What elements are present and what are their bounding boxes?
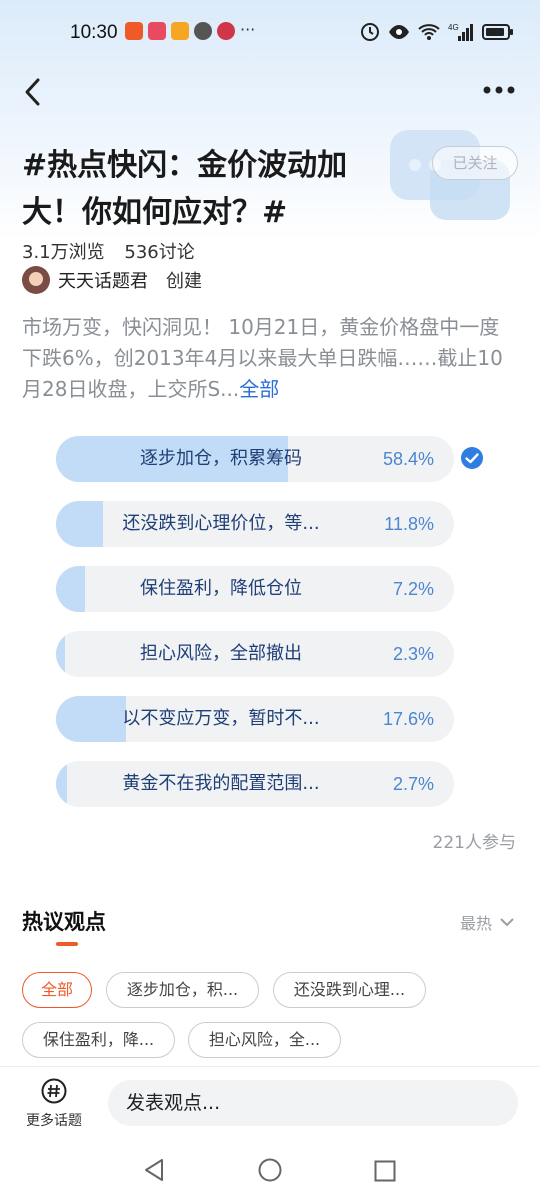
poll-option-percent: 2.7% — [392, 774, 434, 794]
expand-description-link[interactable]: 全部 — [239, 377, 279, 401]
app-notification-icon — [125, 22, 143, 40]
poll-option-label: 还没跌到心理价位，等... — [122, 513, 320, 534]
sort-dropdown[interactable]: 最热 — [460, 910, 514, 934]
nav-back-icon[interactable] — [142, 1158, 166, 1182]
wechat-icon — [194, 22, 212, 40]
poll-option[interactable]: 还没跌到心理价位，等... 11.8% — [56, 501, 454, 547]
status-bar: 10:30 ··· 4G — [0, 14, 540, 54]
system-nav-bar — [0, 1140, 540, 1200]
more-topics-button[interactable]: 更多话题 — [20, 1078, 88, 1130]
poll-option-percent: 7.2% — [392, 579, 434, 599]
filter-chip[interactable]: 逐步加仓，积... — [106, 972, 259, 1008]
participant-count: 221人参与 — [432, 833, 516, 853]
creator-name[interactable]: 天天话题君 — [58, 267, 148, 293]
app-notification-icon — [148, 22, 166, 40]
poll-option-label: 黄金不在我的配置范围... — [122, 773, 320, 794]
poll-option[interactable]: 担心风险，全部撤出 2.3% — [56, 631, 454, 677]
notification-icons — [125, 22, 235, 40]
app-notification-icon — [171, 22, 189, 40]
nav-home-icon[interactable] — [258, 1158, 282, 1182]
status-time: 10:30 — [70, 22, 118, 43]
comment-input[interactable]: 发表观点... — [108, 1080, 518, 1126]
topic-stats: 3.1万浏览 536讨论 — [22, 238, 209, 264]
selected-check-icon — [461, 447, 483, 469]
chip-all[interactable]: 全部 — [22, 972, 92, 1008]
filter-chip[interactable]: 保住盈利，降... — [22, 1022, 175, 1058]
discussion-count: 536讨论 — [124, 242, 195, 263]
svg-text:4G: 4G — [448, 23, 459, 32]
sort-label: 最热 — [459, 914, 492, 933]
battery-icon — [482, 24, 513, 40]
section-underline — [56, 942, 78, 946]
view-count: 3.1万浏览 — [22, 242, 105, 263]
follow-button[interactable]: 已关注 — [432, 146, 518, 180]
alarm-icon — [361, 23, 379, 41]
filter-chip[interactable]: 还没跌到心理... — [273, 972, 426, 1008]
avatar[interactable] — [22, 266, 50, 294]
poll-option-percent: 11.8% — [384, 514, 434, 534]
wifi-icon — [418, 24, 440, 40]
more-options-icon[interactable] — [482, 80, 516, 100]
poll-option-label: 担心风险，全部撤出 — [140, 643, 302, 664]
creator-row[interactable]: 天天话题君 创建 — [22, 266, 202, 294]
topic-title: #热点快闪：金价波动加大！你如何应对？# — [22, 148, 348, 230]
chevron-down-icon — [500, 918, 514, 927]
more-notifications-icon: ··· — [240, 20, 256, 39]
more-topics-label: 更多话题 — [26, 1113, 82, 1129]
creator-action: 创建 — [166, 271, 202, 292]
poll-option-percent: 17.6% — [382, 709, 434, 729]
poll-option[interactable]: 保住盈利，降低仓位 7.2% — [56, 566, 454, 612]
poll-option-label: 以不变应万变，暂时不... — [122, 708, 320, 729]
topic-description: 市场万变，快闪洞见！ 10月21日，黄金价格盘中一度下跌6%，创2013年4月以… — [22, 312, 518, 405]
poll-option[interactable]: 以不变应万变，暂时不... 17.6% — [56, 696, 454, 742]
poll-option-label: 保住盈利，降低仓位 — [140, 578, 302, 599]
hashtag-icon — [41, 1078, 67, 1104]
eye-icon — [389, 25, 409, 39]
system-icons: 4G — [360, 22, 514, 42]
nav-recents-icon[interactable] — [374, 1160, 396, 1182]
poll-option-label: 逐步加仓，积累筹码 — [140, 448, 302, 469]
poll-option[interactable]: 黄金不在我的配置范围... 2.7% — [56, 761, 454, 807]
back-icon[interactable] — [22, 76, 44, 108]
section-title: 热议观点 — [22, 910, 106, 934]
poll-option[interactable]: 逐步加仓，积累筹码 58.4% — [56, 436, 454, 482]
poll-option-percent: 2.3% — [392, 644, 434, 664]
signal-icon: 4G — [448, 23, 473, 41]
app-notification-icon — [217, 22, 235, 40]
filter-chip[interactable]: 担心风险，全... — [188, 1022, 341, 1058]
poll-option-percent: 58.4% — [382, 449, 434, 469]
